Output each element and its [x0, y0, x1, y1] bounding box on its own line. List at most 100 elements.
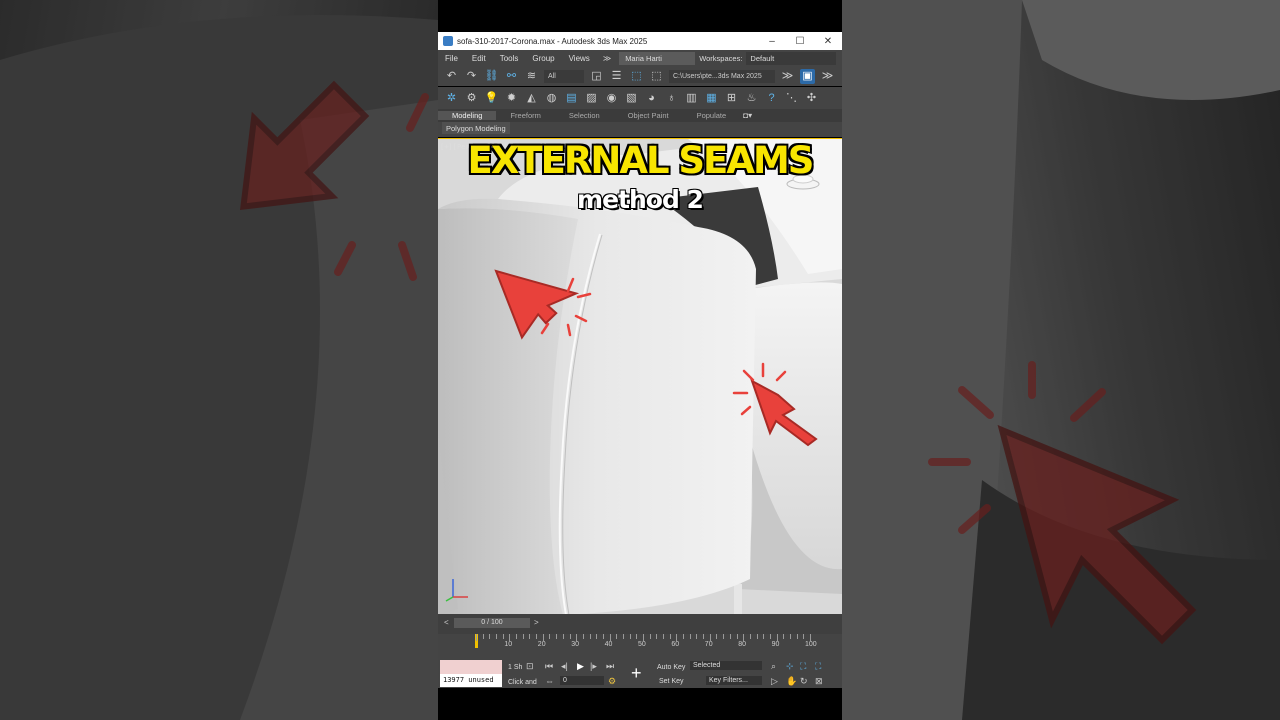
timeline-tick [796, 634, 798, 639]
rectangular-selection-icon[interactable]: ⬚ [629, 69, 644, 84]
polygon-modeling-panel-button[interactable]: Polygon Modeling [442, 122, 510, 134]
tab-populate[interactable]: Populate [683, 111, 741, 120]
time-config-icon[interactable]: ⚙ [608, 676, 616, 687]
render-icon[interactable]: ◉ [604, 91, 619, 106]
timeline-tick-label: 10 [504, 641, 513, 648]
timeline-tick [576, 634, 578, 641]
select-object-icon[interactable]: ◲ [589, 69, 604, 84]
go-to-start-icon[interactable]: ⏮ [545, 661, 553, 672]
key-selection-dropdown[interactable]: Selected [690, 661, 762, 670]
timeline-tick [723, 634, 725, 639]
go-to-end-icon[interactable]: ⏭ [606, 661, 614, 672]
interactive-render-icon[interactable]: ▧ [624, 91, 639, 106]
camera-icon[interactable]: ◭ [524, 91, 539, 106]
current-frame-field[interactable]: 0 [560, 676, 604, 685]
frame-icon[interactable]: ⊞ [724, 91, 739, 106]
zoom-extents-all-icon[interactable]: ⛶ [815, 661, 821, 672]
redo-icon[interactable]: ↷ [464, 69, 479, 84]
menu-tools[interactable]: Tools [493, 54, 526, 63]
timeline-tick [589, 634, 591, 639]
settings-icon[interactable]: ✣ [804, 91, 819, 106]
timeline-tick [609, 634, 611, 641]
viewport-layout-icon[interactable]: ▥ [684, 91, 699, 106]
previous-frame-icon[interactable]: ◂| [561, 661, 568, 672]
status-bar: 13977 unused 1 Sh ⊡ Click and ⇔ ⏮ ◂| ▶ |… [438, 658, 842, 688]
menu-edit[interactable]: Edit [465, 54, 493, 63]
render-setup-icon[interactable]: ⚙ [464, 91, 479, 106]
timeline-tick [756, 634, 758, 639]
zoom-extents-icon[interactable]: ⛶ [800, 661, 806, 672]
window-crossing-icon[interactable]: ⬚ [649, 69, 664, 84]
maxscript-listener[interactable] [440, 660, 502, 674]
timeline-tick [629, 634, 631, 639]
zoom-all-icon[interactable]: ⊹ [786, 661, 794, 672]
project-path-dropdown[interactable]: C:\Users\pte...3ds Max 2025 [669, 69, 775, 83]
timeline-tick [556, 634, 558, 639]
undo-icon[interactable]: ↶ [444, 69, 459, 84]
next-frame-icon[interactable]: |▸ [590, 661, 597, 672]
timeline-track[interactable]: 10 20 30 40 50 60 70 80 90 100 [438, 634, 842, 658]
set-key-plus-icon[interactable]: + [631, 663, 642, 684]
grid-icon[interactable]: ▦ [704, 91, 719, 106]
pan-icon[interactable]: ✋ [786, 676, 797, 687]
orbit-icon[interactable]: ↻ [800, 676, 808, 687]
help-icon[interactable]: ? [764, 91, 779, 106]
teapot-icon[interactable]: ♨ [744, 91, 759, 106]
minimize-button[interactable]: – [758, 36, 786, 47]
tab-modeling[interactable]: Modeling [438, 111, 497, 120]
bind-space-warp-icon[interactable]: ≋ [524, 69, 539, 84]
perspective-viewport[interactable]: [+][Perspective][S EXTERNAL SEAMS method… [438, 138, 842, 614]
hierarchy-icon[interactable]: ⋱ [784, 91, 799, 106]
sun-icon[interactable]: ✹ [504, 91, 519, 106]
menu-group[interactable]: Group [525, 54, 561, 63]
menu-file[interactable]: File [438, 54, 465, 63]
toolbar-overflow-icon[interactable]: ≫ [780, 69, 795, 84]
material-icon[interactable]: ◍ [544, 91, 559, 106]
timeline-tick [622, 634, 624, 639]
set-key-button[interactable]: Set Key [659, 678, 684, 685]
lightbulb-icon[interactable]: ♁ [664, 91, 679, 106]
absolute-mode-icon[interactable]: ⇔ [545, 676, 554, 686]
link-icon[interactable]: ⛓ [484, 69, 499, 84]
auto-key-button[interactable]: Auto Key [657, 664, 685, 671]
light-icon[interactable]: 💡 [484, 91, 499, 106]
selection-filter-dropdown[interactable]: All [544, 69, 584, 83]
timeline-tick [522, 634, 524, 639]
3ds-max-window: sofa-310-2017-Corona.max - Autodesk 3ds … [438, 0, 842, 720]
maximize-button[interactable]: ☐ [786, 36, 814, 47]
close-button[interactable]: ✕ [814, 36, 842, 47]
ribbon-options-icon[interactable]: ◘▾ [740, 108, 755, 123]
save-icon[interactable]: ▣ [800, 68, 815, 84]
menu-overflow-chevron-icon[interactable]: ≫ [597, 54, 617, 63]
timeline-tick [703, 634, 705, 639]
user-account-dropdown[interactable]: Maria Harti [619, 51, 696, 65]
tab-object-paint[interactable]: Object Paint [614, 111, 683, 120]
time-next-button[interactable]: > [534, 618, 539, 627]
workspaces-dropdown[interactable]: Default [746, 51, 837, 65]
toolbar-overflow-icon-2[interactable]: ≫ [820, 69, 835, 84]
scene-explorer-icon[interactable]: ✲ [444, 91, 459, 106]
render-frame-icon[interactable]: ▨ [584, 91, 599, 106]
timeline-tick [683, 634, 685, 639]
time-slider[interactable]: 0 / 100 [454, 618, 530, 628]
time-prev-button[interactable]: < [444, 618, 449, 627]
field-of-view-icon[interactable]: ▷ [771, 676, 778, 687]
timeline-tick [502, 634, 504, 639]
select-by-name-icon[interactable]: ☰ [609, 69, 624, 84]
tab-freeform[interactable]: Freeform [496, 111, 554, 120]
material-editor-icon[interactable]: ▤ [564, 91, 579, 106]
key-filters-button[interactable]: Key Filters... [706, 676, 762, 685]
zoom-icon[interactable]: ⌕ [771, 661, 776, 672]
environment-icon[interactable]: ◕ [644, 91, 659, 106]
timeline-tick [736, 634, 738, 639]
maximize-viewport-icon[interactable]: ⊠ [815, 676, 823, 687]
timeline-tick [783, 634, 785, 639]
isolate-selection-icon[interactable]: ⊡ [526, 661, 534, 672]
timeline-tick [529, 634, 531, 639]
menu-views[interactable]: Views [562, 54, 597, 63]
main-toolbar: ↶ ↷ ⛓ ⚯ ≋ All ◲ ☰ ⬚ ⬚ C:\Users\pte...3ds… [438, 66, 842, 86]
timeline-tick [596, 634, 598, 639]
unlink-icon[interactable]: ⚯ [504, 69, 519, 84]
play-icon[interactable]: ▶ [577, 661, 584, 672]
tab-selection[interactable]: Selection [555, 111, 614, 120]
